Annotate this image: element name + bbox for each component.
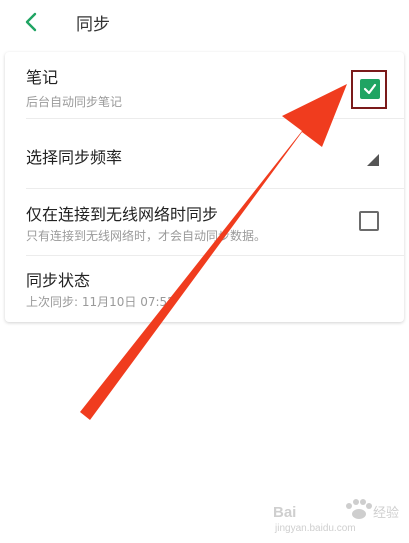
setting-label-wifi-only: 仅在连接到无线网络时同步 — [26, 205, 219, 224]
dropdown-triangle-icon[interactable] — [366, 153, 380, 167]
top-bar: 同步 — [0, 0, 409, 44]
setting-row-notes[interactable]: 笔记 后台自动同步笔记 — [5, 52, 404, 118]
svg-text:Bai: Bai — [273, 504, 296, 521]
annotation-highlight-box — [351, 70, 387, 109]
setting-row-status: 同步状态 上次同步: 11月10日 07:52 — [5, 256, 404, 322]
baidu-jingyan-watermark: Bai 经验 jingyan.baidu.com — [273, 499, 399, 534]
chevron-left-icon — [25, 12, 37, 32]
settings-card: 笔记 后台自动同步笔记 选择同步频率 仅在连接到无线网络时同步 只有连接到无线网… — [5, 52, 404, 322]
setting-sub-status: 上次同步: 11月10日 07:52 — [26, 295, 175, 309]
setting-sub-notes: 后台自动同步笔记 — [26, 95, 123, 109]
back-button[interactable] — [18, 8, 46, 36]
setting-row-wifi-only[interactable]: 仅在连接到无线网络时同步 只有连接到无线网络时，才会自动同步数据。 — [5, 189, 404, 255]
setting-label-frequency: 选择同步频率 — [26, 148, 123, 167]
wifi-only-checkbox[interactable] — [359, 211, 379, 231]
setting-label-notes: 笔记 — [26, 68, 59, 87]
page-title: 同步 — [76, 15, 110, 35]
svg-text:jingyan.baidu.com: jingyan.baidu.com — [274, 523, 356, 534]
setting-sub-wifi-only: 只有连接到无线网络时，才会自动同步数据。 — [26, 229, 267, 243]
sync-settings-screen: 同步 笔记 后台自动同步笔记 选择同步频率 仅在连接到无线网络时同步 只有连接到… — [0, 0, 409, 543]
setting-row-frequency[interactable]: 选择同步频率 — [5, 119, 404, 188]
setting-label-status: 同步状态 — [26, 271, 91, 290]
svg-text:经验: 经验 — [373, 505, 399, 521]
